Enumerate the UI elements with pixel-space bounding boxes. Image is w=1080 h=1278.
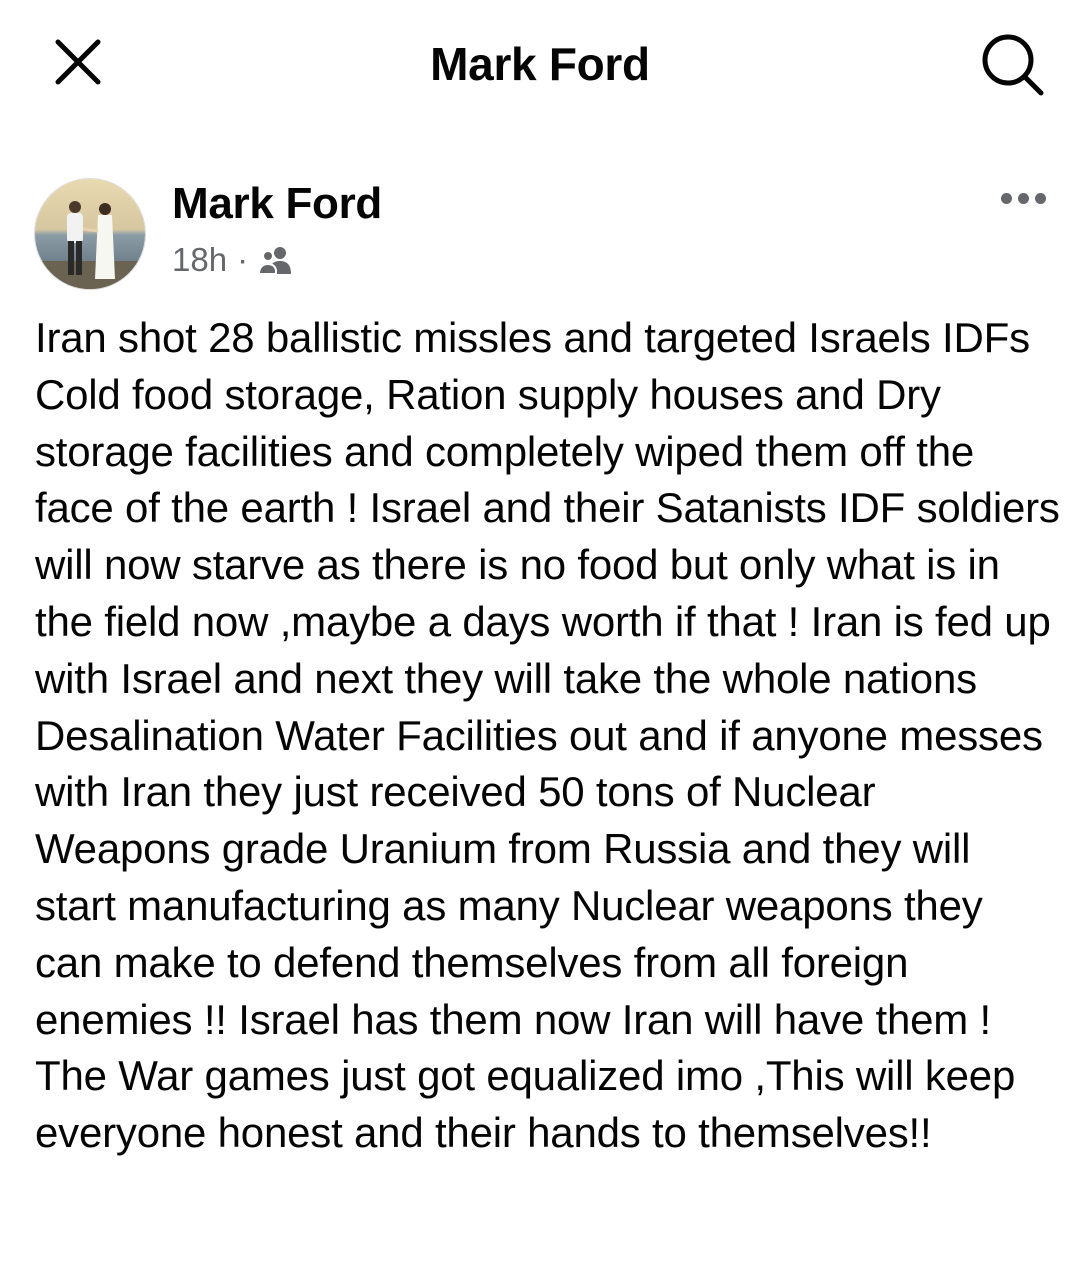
page-title: Mark Ford [430,38,650,90]
friends-icon[interactable] [258,244,294,276]
post-text: Iran shot 28 ballistic missles and targe… [35,314,1060,1157]
avatar[interactable] [34,178,146,290]
more-horizontal-icon-dot [1017,192,1029,204]
top-bar: Mark Ford [0,0,1080,130]
search-button[interactable] [972,28,1052,100]
more-horizontal-icon-dot [1034,192,1046,204]
post-time[interactable]: 18h [172,240,227,280]
more-horizontal-icon-dot [1000,192,1012,204]
author-name[interactable]: Mark Ford [172,178,382,230]
avatar-photo [35,179,145,289]
post-meta: 18h · [172,240,294,280]
meta-separator: · [237,241,249,278]
search-icon [982,34,1044,96]
more-options-button[interactable] [988,178,1058,218]
